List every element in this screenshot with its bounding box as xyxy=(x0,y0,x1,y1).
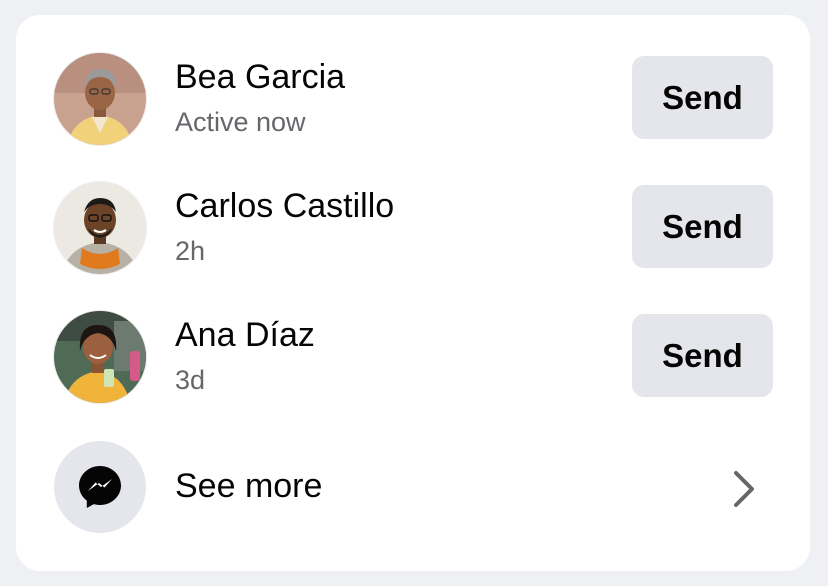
messenger-icon-circle xyxy=(54,441,146,533)
avatar-photo-icon xyxy=(54,182,146,274)
contact-name: Bea Garcia xyxy=(175,58,346,96)
contact-status: Active now xyxy=(175,107,306,137)
send-button[interactable]: Send xyxy=(632,56,773,139)
contact-status: 2h xyxy=(175,236,206,266)
avatar[interactable] xyxy=(54,182,146,274)
send-button[interactable]: Send xyxy=(632,185,773,268)
chevron-right-icon xyxy=(734,471,754,507)
messenger-icon xyxy=(79,466,121,508)
contact-status: 3d xyxy=(175,365,206,395)
avatar-photo-icon xyxy=(54,311,146,403)
contact-row[interactable]: Ana Díaz 3d Send xyxy=(16,273,810,403)
avatar[interactable] xyxy=(54,311,146,403)
avatar[interactable] xyxy=(54,53,146,145)
avatar-photo-icon xyxy=(54,53,146,145)
contact-row[interactable]: Carlos Castillo 2h Send xyxy=(16,144,810,274)
contact-row[interactable]: Bea Garcia Active now Send xyxy=(16,15,810,145)
contact-name: Carlos Castillo xyxy=(175,187,395,225)
share-contacts-card: Bea Garcia Active now Send Carlos Castil… xyxy=(16,15,810,571)
see-more-label: See more xyxy=(175,467,323,505)
send-button[interactable]: Send xyxy=(632,314,773,397)
see-more-row[interactable]: See more xyxy=(16,403,810,553)
contact-name: Ana Díaz xyxy=(175,316,315,354)
